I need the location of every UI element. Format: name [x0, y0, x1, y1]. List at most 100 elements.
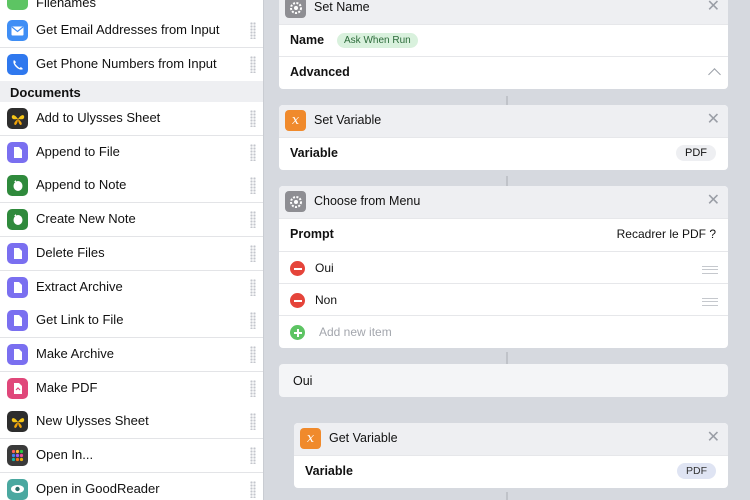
action-card-choose-from-menu[interactable]: Choose from Menu ✕ Prompt Recadrer le PD… — [279, 186, 728, 348]
card-title: Get Variable — [329, 431, 398, 445]
evernote-icon — [7, 175, 28, 197]
reorder-handle-icon[interactable] — [702, 266, 718, 274]
drag-handle[interactable] — [250, 480, 256, 498]
ulysses-butterfly-icon — [7, 108, 28, 129]
grid-icon — [7, 445, 28, 466]
card-header: Set Name ✕ — [279, 0, 728, 24]
action-row-make-archive[interactable]: Make Archive — [0, 337, 263, 372]
connector-line — [506, 352, 508, 364]
section-header-documents: Documents — [0, 81, 263, 103]
action-label: Get Link to File — [36, 312, 124, 328]
action-row-get-email-addresses[interactable]: Get Email Addresses from Input — [0, 14, 263, 48]
file-icon — [7, 242, 28, 264]
card-title: Set Variable — [314, 113, 382, 127]
ask-when-run-token[interactable]: Ask When Run — [337, 33, 418, 48]
action-row-add-to-ulysses-sheet[interactable]: Add to Ulysses Sheet — [0, 102, 263, 136]
file-icon — [7, 310, 28, 332]
action-label: Get Email Addresses from Input — [36, 22, 220, 37]
menu-item-non[interactable]: Non — [279, 283, 728, 316]
card-title: Set Name — [314, 0, 370, 14]
variable-field[interactable]: Variable PDF — [279, 137, 728, 170]
variable-field[interactable]: Variable PDF — [294, 455, 728, 488]
drag-handle[interactable] — [250, 413, 256, 431]
variable-name-value[interactable]: PDF — [676, 145, 716, 161]
drag-handle[interactable] — [250, 345, 256, 363]
action-card-get-variable[interactable]: x Get Variable ✕ Variable PDF — [294, 423, 728, 488]
workflow-editor: Set Name ✕ Name Ask When Run Advanced x … — [264, 0, 750, 500]
close-icon[interactable]: ✕ — [707, 191, 720, 211]
drag-handle[interactable] — [250, 379, 256, 397]
drag-handle[interactable] — [250, 312, 256, 330]
field-label: Prompt — [290, 227, 334, 241]
menu-item-label[interactable]: Non — [315, 293, 337, 307]
reorder-handle-icon[interactable] — [702, 298, 718, 306]
variable-x-icon: x — [285, 110, 306, 131]
section-title: Documents — [10, 85, 81, 100]
add-new-item-row[interactable]: Add new item — [279, 315, 728, 348]
drag-handle[interactable] — [250, 278, 256, 296]
drag-handle[interactable] — [250, 244, 256, 262]
menu-item-label[interactable]: Oui — [315, 261, 334, 275]
card-header: x Set Variable ✕ — [279, 105, 728, 137]
variable-x-icon: x — [300, 428, 321, 449]
connector-line — [506, 176, 508, 186]
action-label: New Ulysses Sheet — [36, 413, 149, 429]
action-label: Filenames — [36, 0, 96, 10]
name-field[interactable]: Name Ask When Run — [279, 24, 728, 57]
action-label: Delete Files — [36, 244, 105, 260]
action-row-delete-files[interactable]: Delete Files — [0, 236, 263, 271]
field-label: Variable — [290, 146, 338, 160]
card-header: x Get Variable ✕ — [294, 423, 728, 455]
add-item-placeholder[interactable]: Add new item — [319, 325, 392, 339]
drag-handle[interactable] — [250, 211, 256, 229]
card-title: Choose from Menu — [314, 194, 421, 208]
action-card-set-variable[interactable]: x Set Variable ✕ Variable PDF — [279, 105, 728, 170]
advanced-toggle[interactable]: Advanced — [279, 56, 728, 89]
close-icon[interactable]: ✕ — [707, 428, 720, 448]
action-row-append-to-note[interactable]: Append to Note — [0, 169, 263, 204]
branch-label: Oui — [293, 374, 313, 388]
eye-icon — [7, 478, 28, 500]
action-row-extract-archive[interactable]: Extract Archive — [0, 270, 263, 305]
close-icon[interactable]: ✕ — [707, 0, 720, 17]
action-label: Make PDF — [36, 379, 98, 395]
remove-item-icon[interactable] — [290, 293, 305, 308]
action-row-new-ulysses-sheet[interactable]: New Ulysses Sheet — [0, 405, 263, 440]
gear-icon — [285, 191, 306, 212]
file-icon — [7, 141, 28, 163]
evernote-icon — [7, 209, 28, 231]
action-label: Open In... — [36, 447, 94, 462]
prompt-value[interactable]: Recadrer le PDF ? — [617, 227, 716, 241]
action-row-append-to-file[interactable]: Append to File — [0, 135, 263, 170]
envelope-icon — [7, 20, 28, 41]
action-row-open-in[interactable]: Open In... — [0, 439, 263, 473]
actions-sidebar: Filenames Get Email Addresses from Input… — [0, 0, 264, 500]
drag-handle[interactable] — [250, 177, 256, 195]
drag-handle[interactable] — [250, 110, 256, 127]
field-label: Advanced — [290, 65, 350, 79]
drag-handle[interactable] — [250, 56, 256, 73]
add-item-icon[interactable] — [290, 325, 305, 340]
close-icon[interactable]: ✕ — [707, 110, 720, 130]
prompt-field[interactable]: Prompt Recadrer le PDF ? — [279, 218, 728, 251]
action-row-get-phone-numbers[interactable]: Get Phone Numbers from Input — [0, 48, 263, 82]
file-icon — [7, 343, 28, 365]
drag-handle[interactable] — [250, 143, 256, 161]
action-row-get-link-to-file[interactable]: Get Link to File — [0, 304, 263, 339]
action-row-make-pdf[interactable]: Make PDF — [0, 371, 263, 406]
action-label: Extract Archive — [36, 278, 123, 294]
drag-handle[interactable] — [250, 447, 256, 464]
action-icon — [7, 0, 28, 10]
action-label: Create New Note — [36, 211, 136, 227]
action-card-set-name[interactable]: Set Name ✕ Name Ask When Run Advanced — [279, 0, 728, 89]
action-row-create-new-note[interactable]: Create New Note — [0, 203, 263, 238]
drag-handle[interactable] — [250, 22, 256, 39]
action-row-open-in-goodreader[interactable]: Open in GoodReader — [0, 472, 263, 500]
variable-token[interactable]: PDF — [677, 463, 716, 479]
remove-item-icon[interactable] — [290, 261, 305, 276]
action-label: Make Archive — [36, 345, 115, 361]
ulysses-butterfly-icon — [7, 411, 28, 433]
action-label: Add to Ulysses Sheet — [36, 110, 161, 125]
card-header: Choose from Menu ✕ — [279, 186, 728, 218]
menu-item-oui[interactable]: Oui — [279, 251, 728, 284]
